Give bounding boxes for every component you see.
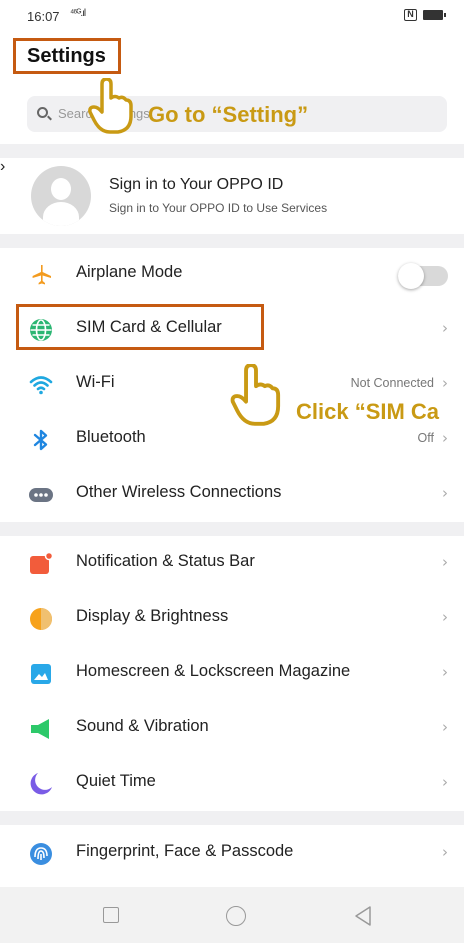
section-divider bbox=[0, 144, 464, 158]
chevron-right-icon: › bbox=[442, 718, 448, 736]
airplane-mode-label: Airplane Mode bbox=[76, 263, 183, 281]
sound-vibration-label: Sound & Vibration bbox=[76, 717, 209, 735]
display-brightness-row[interactable]: Display & Brightness › bbox=[0, 591, 464, 646]
avatar bbox=[31, 166, 91, 226]
notification-row[interactable]: Notification & Status Bar › bbox=[0, 536, 464, 591]
fingerprint-row[interactable]: Fingerprint, Face & Passcode › bbox=[0, 826, 464, 881]
pointing-hand-icon bbox=[88, 78, 133, 134]
chevron-right-icon: › bbox=[0, 158, 6, 175]
navigation-bar bbox=[0, 887, 464, 943]
chevron-right-icon: › bbox=[442, 663, 448, 681]
notification-icon bbox=[30, 552, 53, 574]
oppo-id-title: Sign in to Your OPPO ID bbox=[109, 176, 284, 193]
section-divider bbox=[0, 811, 464, 825]
highlight-box-settings bbox=[13, 38, 121, 74]
search-icon bbox=[37, 107, 48, 118]
bluetooth-status: Off bbox=[417, 431, 434, 445]
wifi-icon bbox=[29, 376, 53, 395]
oppo-id-row[interactable]: Sign in to Your OPPO ID Sign in to Your … bbox=[0, 158, 464, 234]
chevron-right-icon: › bbox=[442, 773, 448, 791]
nfc-icon: N bbox=[404, 9, 417, 21]
highlight-box-sim bbox=[16, 304, 264, 350]
annotation-go-to-setting: Go to “Setting” bbox=[148, 102, 309, 127]
chevron-right-icon: › bbox=[442, 484, 448, 502]
sound-vibration-row[interactable]: Sound & Vibration › bbox=[0, 701, 464, 756]
more-dots-icon bbox=[29, 488, 53, 502]
image-icon bbox=[31, 664, 51, 684]
recent-apps-button[interactable] bbox=[103, 907, 119, 923]
chevron-right-icon: › bbox=[442, 429, 448, 447]
fingerprint-icon bbox=[30, 843, 52, 865]
section-divider bbox=[0, 234, 464, 248]
other-wireless-label: Other Wireless Connections bbox=[76, 483, 282, 501]
airplane-mode-toggle[interactable] bbox=[398, 263, 448, 289]
chevron-right-icon: › bbox=[442, 843, 448, 861]
chevron-right-icon: › bbox=[442, 319, 448, 337]
homescreen-magazine-label: Homescreen & Lockscreen Magazine bbox=[76, 662, 351, 680]
signal-icon: ⁴⁶ᴳ.ıl bbox=[70, 8, 86, 19]
quiet-time-row[interactable]: Quiet Time › bbox=[0, 756, 464, 811]
chevron-right-icon: › bbox=[442, 374, 448, 392]
wifi-status: Not Connected bbox=[350, 376, 434, 390]
status-time: 16:07 bbox=[27, 9, 60, 24]
fingerprint-label: Fingerprint, Face & Passcode bbox=[76, 842, 294, 860]
display-brightness-label: Display & Brightness bbox=[76, 607, 229, 625]
oppo-id-subtitle: Sign in to Your OPPO ID to Use Services bbox=[109, 201, 328, 215]
section-divider bbox=[0, 522, 464, 536]
pointing-hand-icon bbox=[230, 364, 281, 426]
back-button[interactable] bbox=[353, 905, 373, 927]
status-bar: 16:07 ⁴⁶ᴳ.ıl N bbox=[0, 0, 464, 36]
annotation-click-sim: Click “SIM Ca bbox=[296, 399, 440, 424]
notification-label: Notification & Status Bar bbox=[76, 552, 255, 570]
wifi-label: Wi-Fi bbox=[76, 373, 115, 391]
homescreen-magazine-row[interactable]: Homescreen & Lockscreen Magazine › bbox=[0, 646, 464, 701]
airplane-icon bbox=[32, 265, 51, 285]
quiet-time-label: Quiet Time bbox=[76, 772, 156, 790]
chevron-right-icon: › bbox=[442, 608, 448, 626]
bluetooth-icon bbox=[33, 429, 48, 451]
chevron-right-icon: › bbox=[442, 553, 448, 571]
home-button[interactable] bbox=[226, 906, 246, 926]
airplane-mode-row[interactable]: Airplane Mode bbox=[0, 247, 464, 302]
moon-icon bbox=[30, 773, 52, 795]
brightness-icon bbox=[30, 608, 52, 630]
speaker-icon bbox=[31, 719, 49, 739]
bluetooth-label: Bluetooth bbox=[76, 428, 146, 446]
battery-icon bbox=[423, 10, 446, 20]
other-wireless-row[interactable]: Other Wireless Connections › bbox=[0, 467, 464, 522]
